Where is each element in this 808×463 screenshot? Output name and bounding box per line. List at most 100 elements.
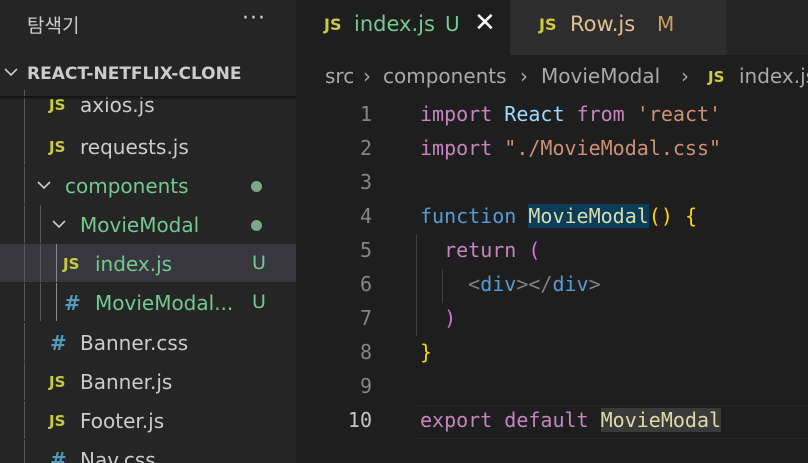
indent-guide (56, 244, 57, 282)
breadcrumb-item[interactable]: MovieModal (541, 64, 660, 88)
indent-guide (24, 205, 25, 243)
code-line: 9 (296, 371, 808, 405)
breadcrumb-item[interactable]: components (383, 64, 507, 88)
line-number: 5 (359, 238, 372, 262)
tree-item-label: Banner.js (80, 370, 173, 394)
line-number: 7 (359, 306, 372, 330)
indent-guide (24, 283, 25, 321)
indent-guide (24, 166, 25, 204)
tree-folder-moviemodal[interactable]: MovieModal (0, 205, 296, 243)
css-file-icon: # (50, 331, 67, 355)
git-modified-badge: M (657, 12, 675, 36)
breadcrumb-item[interactable]: index.js (739, 64, 808, 88)
tree-item-banner-css[interactable]: # Banner.css (0, 323, 296, 361)
line-number: 4 (359, 204, 372, 228)
line-number: 1 (359, 102, 372, 126)
tab-row-js[interactable]: JS Row.js M (510, 0, 726, 55)
code-line: 1 import React from 'react' (296, 99, 808, 133)
line-number: 8 (359, 340, 372, 364)
chevron-down-icon (52, 220, 66, 229)
project-name: REACT-NETFLIX-CLONE (27, 64, 242, 84)
code-text: <div></div> (468, 272, 601, 296)
tab-index-js[interactable]: JS index.js U ✕ (296, 0, 510, 55)
tree-item-moviemodal-css[interactable]: # MovieModal... U (0, 283, 296, 321)
indent-guide (24, 244, 25, 282)
breadcrumb-separator: › (520, 64, 528, 88)
indent-guide (40, 283, 41, 321)
code-text: import React from 'react' (420, 102, 722, 126)
code-line: 2 import "./MovieModal.css" (296, 133, 808, 167)
line-number: 6 (359, 272, 372, 296)
js-file-icon: JS (708, 68, 725, 86)
code-text: return ( (444, 238, 541, 262)
breadcrumb: src › components › MovieModal › JS index… (296, 55, 808, 99)
code-text: import "./MovieModal.css" (420, 136, 722, 160)
git-status-dot (251, 181, 262, 192)
js-file-icon: JS (539, 15, 557, 34)
indent-guide (24, 323, 25, 361)
editor-tab-bar: JS index.js U ✕ JS Row.js M (296, 0, 808, 55)
indent-guide (24, 440, 25, 463)
indent-guide (40, 205, 41, 243)
js-file-icon: JS (49, 373, 66, 391)
close-icon[interactable]: ✕ (474, 8, 496, 38)
git-untracked-badge: U (445, 12, 460, 36)
js-file-icon: JS (63, 255, 80, 273)
git-untracked-badge: U (252, 252, 266, 274)
code-line-current: 10 export default MovieModal (296, 405, 808, 439)
js-file-icon: JS (49, 138, 66, 156)
breadcrumb-separator: › (363, 64, 371, 88)
tab-label: index.js (354, 12, 435, 36)
tree-item-label: Nav.css (80, 448, 156, 463)
git-status-dot (251, 220, 262, 231)
code-text: export default MovieModal (420, 408, 722, 432)
tree-item-footer-js[interactable]: JS Footer.js (0, 401, 296, 439)
tree-item-label: components (65, 174, 189, 198)
indent-guide (24, 362, 25, 400)
tree-item-label: Banner.css (80, 331, 189, 355)
line-number: 9 (359, 374, 372, 398)
code-line: 5 return ( (296, 235, 808, 269)
code-line: 4 function MovieModal() { (296, 201, 808, 235)
js-file-icon: JS (49, 412, 66, 430)
tree-item-label: MovieModal... (95, 291, 234, 315)
code-line: 6 <div></div> (296, 269, 808, 303)
line-number: 2 (359, 136, 372, 160)
tree-item-label: Footer.js (80, 409, 165, 433)
code-text: } (420, 340, 433, 364)
tree-item-index-js[interactable]: JS index.js U (0, 244, 296, 282)
css-file-icon: # (64, 291, 81, 315)
explorer-header: 탐색기 ··· (0, 0, 296, 48)
chevron-down-icon (37, 181, 51, 190)
css-file-icon: # (50, 448, 67, 463)
line-number: 10 (347, 408, 372, 432)
code-line: 7 ) (296, 303, 808, 337)
tree-item-banner-js[interactable]: JS Banner.js (0, 362, 296, 400)
js-file-icon: JS (324, 15, 342, 34)
chevron-down-icon (4, 68, 18, 77)
breadcrumb-item[interactable]: src (325, 64, 354, 88)
git-untracked-badge: U (252, 291, 266, 313)
code-text: function MovieModal() { (420, 204, 697, 228)
line-number: 3 (359, 170, 372, 194)
code-text: ) (444, 306, 457, 330)
code-editor[interactable]: 1 import React from 'react' 2 import "./… (296, 99, 808, 463)
tree-folder-components[interactable]: components (0, 166, 296, 204)
tree-item-label: MovieModal (80, 213, 200, 237)
indent-guide (24, 127, 25, 165)
tree-item-nav-css[interactable]: # Nav.css (0, 440, 296, 463)
more-actions-icon[interactable]: ··· (242, 6, 266, 31)
indent-guide (24, 401, 25, 439)
explorer-title: 탐색기 (27, 15, 80, 37)
breadcrumb-separator: › (681, 64, 689, 88)
code-line: 3 (296, 167, 808, 201)
code-line: 8 } (296, 337, 808, 371)
indent-guide (40, 244, 41, 282)
sticky-header-shadow (0, 96, 296, 100)
explorer-sidebar: 탐색기 ··· REACT-NETFLIX-CLONE JS axios.js … (0, 0, 296, 463)
tab-label: Row.js (570, 12, 636, 36)
tree-item-requests[interactable]: JS requests.js (0, 127, 296, 165)
tree-item-label: index.js (95, 252, 173, 276)
indent-guide (56, 283, 57, 321)
tree-item-label: requests.js (80, 135, 189, 159)
